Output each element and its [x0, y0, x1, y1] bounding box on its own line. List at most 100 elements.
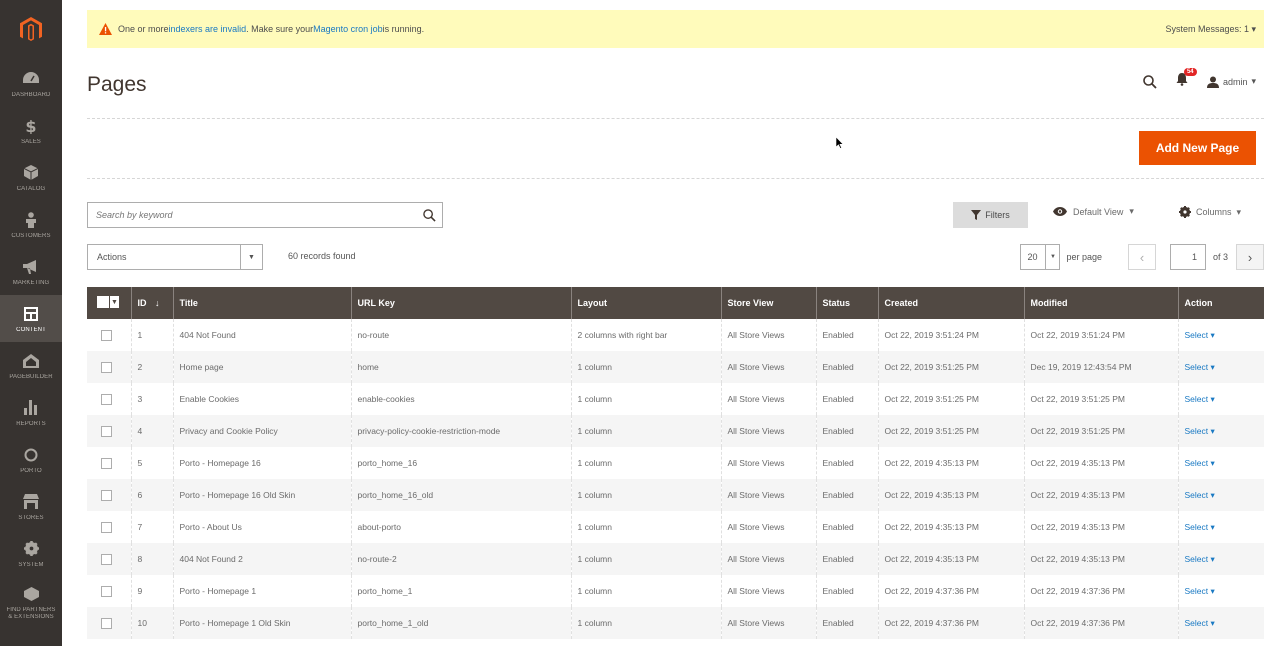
per-page-select[interactable]: 20 ▼ [1020, 244, 1061, 270]
cell-url-key: porto_home_1 [350, 575, 571, 607]
mass-select-checkbox[interactable] [97, 296, 109, 308]
column-header-id[interactable]: ID ↓ [130, 287, 173, 319]
sidebar-item-content[interactable]: Content [0, 295, 62, 342]
row-checkbox[interactable] [101, 489, 112, 501]
sidebar-item-porto[interactable]: Porto [0, 436, 62, 483]
row-checkbox[interactable] [101, 393, 112, 405]
store-icon [21, 492, 41, 512]
sidebar-item-find-partners[interactable]: Find Partners & Extensions [0, 577, 62, 627]
records-found: 60 records found [288, 251, 356, 261]
chevron-down-icon: ▾ [1251, 76, 1256, 86]
cell-id: 8 [130, 543, 173, 575]
row-action-select[interactable]: Select ▾ [1185, 490, 1215, 500]
previous-page-button[interactable]: ‹ [1127, 244, 1156, 270]
row-checkbox[interactable] [101, 553, 112, 565]
table-row[interactable]: 9 Porto - Homepage 1 porto_home_1 1 column A… [87, 575, 1264, 607]
row-action-select[interactable]: Select ▾ [1185, 586, 1215, 596]
chevron-down-icon: ▾ [1210, 489, 1215, 500]
sidebar-item-label: Content [16, 326, 46, 333]
sidebar-item-dashboard[interactable]: Dashboard [0, 60, 62, 107]
filters-button[interactable]: Filters [953, 202, 1028, 228]
main-content: One or more indexers are invalid . Make … [62, 0, 1264, 646]
sidebar-item-catalog[interactable]: Catalog [0, 154, 62, 201]
table-row[interactable]: 4 Privacy and Cookie Policy privacy-policy… [87, 415, 1264, 447]
mass-select-dropdown[interactable]: ▼ [97, 296, 119, 308]
chevron-down-icon: ▾ [1210, 617, 1215, 628]
table-row[interactable]: 2 Home page home 1 column All Store Views Ena… [87, 351, 1264, 383]
search-submit-button[interactable] [416, 208, 442, 222]
mass-select-header[interactable]: ▼ [87, 287, 131, 319]
sidebar-item-label: Reports [16, 420, 46, 427]
system-messages-dropdown[interactable]: System Messages: 1 ▾ [1165, 24, 1256, 35]
sidebar-item-pagebuilder[interactable]: Pagebuilder [0, 342, 62, 389]
cron-job-link[interactable]: Magento cron job [313, 24, 383, 34]
cell-status: Enabled [815, 447, 878, 479]
row-action-select[interactable]: Select ▾ [1185, 522, 1215, 532]
row-action-select[interactable]: Select ▾ [1185, 362, 1215, 372]
sidebar-item-customers[interactable]: Customers [0, 201, 62, 248]
column-header-store-view[interactable]: Store View [720, 287, 816, 319]
table-row[interactable]: 3 Enable Cookies enable-cookies 1 column All… [87, 383, 1264, 415]
cell-title: Privacy and Cookie Policy [172, 415, 351, 447]
row-action-label: Select [1184, 393, 1209, 404]
admin-user-menu[interactable]: admin ▾ [1206, 76, 1256, 88]
sidebar-item-reports[interactable]: Reports [0, 389, 62, 436]
table-row[interactable]: 10 Porto - Homepage 1 Old Skin porto_home_… [87, 607, 1264, 639]
row-action-select[interactable]: Select ▾ [1185, 458, 1215, 468]
row-checkbox[interactable] [101, 585, 112, 597]
chevron-down-icon: ▼ [240, 245, 262, 269]
cell-url-key: no-route [350, 319, 571, 351]
row-action-select[interactable]: Select ▾ [1185, 330, 1215, 340]
row-checkbox[interactable] [101, 617, 112, 629]
cell-action: Select ▾ [1177, 319, 1264, 351]
cube-icon [21, 163, 41, 183]
default-view-dropdown[interactable]: Default View ▾ [1053, 206, 1134, 217]
cell-url-key: porto_home_16_old [350, 479, 571, 511]
mass-actions-select[interactable]: Actions ▼ [87, 244, 263, 270]
cell-layout: 1 column [570, 351, 721, 383]
cell-store-view: All Store Views [720, 543, 816, 575]
search-input[interactable] [88, 203, 416, 227]
sidebar-item-marketing[interactable]: Marketing [0, 248, 62, 295]
row-checkbox-cell [87, 511, 131, 543]
magento-logo[interactable] [0, 0, 62, 60]
table-row[interactable]: 6 Porto - Homepage 16 Old Skin porto_home_… [87, 479, 1264, 511]
cell-created: Oct 22, 2019 3:51:25 PM [877, 351, 1024, 383]
row-checkbox[interactable] [101, 521, 112, 533]
svg-text:$: $ [25, 118, 36, 134]
column-header-layout[interactable]: Layout [570, 287, 721, 319]
column-header-modified[interactable]: Modified [1023, 287, 1178, 319]
current-page-input[interactable]: 1 [1169, 244, 1206, 270]
user-icon [1206, 76, 1219, 88]
row-action-select[interactable]: Select ▾ [1185, 618, 1215, 628]
next-page-button[interactable]: › [1236, 244, 1264, 270]
add-new-page-button[interactable]: Add New Page [1139, 131, 1256, 165]
filters-label: Filters [985, 210, 1010, 220]
table-row[interactable]: 8 404 Not Found 2 no-route-2 1 column All St… [87, 543, 1264, 575]
column-header-url-key[interactable]: URL Key [350, 287, 571, 319]
table-row[interactable]: 1 404 Not Found no-route 2 columns with rig… [87, 319, 1264, 351]
indexers-invalid-link[interactable]: indexers are invalid [169, 24, 247, 34]
notifications-button[interactable]: 54 [1175, 68, 1197, 91]
sidebar-item-system[interactable]: System [0, 530, 62, 577]
sidebar-item-sales[interactable]: $ Sales [0, 107, 62, 154]
row-checkbox[interactable] [101, 361, 112, 373]
row-checkbox[interactable] [101, 425, 112, 437]
column-header-title[interactable]: Title [172, 287, 351, 319]
sidebar-item-stores[interactable]: Stores [0, 483, 62, 530]
row-action-select[interactable]: Select ▾ [1185, 426, 1215, 436]
columns-dropdown[interactable]: Columns ▾ [1179, 206, 1241, 218]
row-action-select[interactable]: Select ▾ [1185, 394, 1215, 404]
row-checkbox[interactable] [101, 457, 112, 469]
table-row[interactable]: 7 Porto - About Us about-porto 1 column All … [87, 511, 1264, 543]
table-row[interactable]: 5 Porto - Homepage 16 porto_home_16 1 colum… [87, 447, 1264, 479]
column-header-created[interactable]: Created [877, 287, 1024, 319]
search-icon[interactable] [1143, 74, 1157, 89]
cell-title: Porto - Homepage 16 Old Skin [172, 479, 351, 511]
cell-store-view: All Store Views [720, 319, 816, 351]
cell-action: Select ▾ [1177, 511, 1264, 543]
row-action-select[interactable]: Select ▾ [1185, 554, 1215, 564]
cell-layout: 2 columns with right bar [570, 319, 721, 351]
row-checkbox[interactable] [101, 329, 112, 341]
column-header-status[interactable]: Status [815, 287, 878, 319]
